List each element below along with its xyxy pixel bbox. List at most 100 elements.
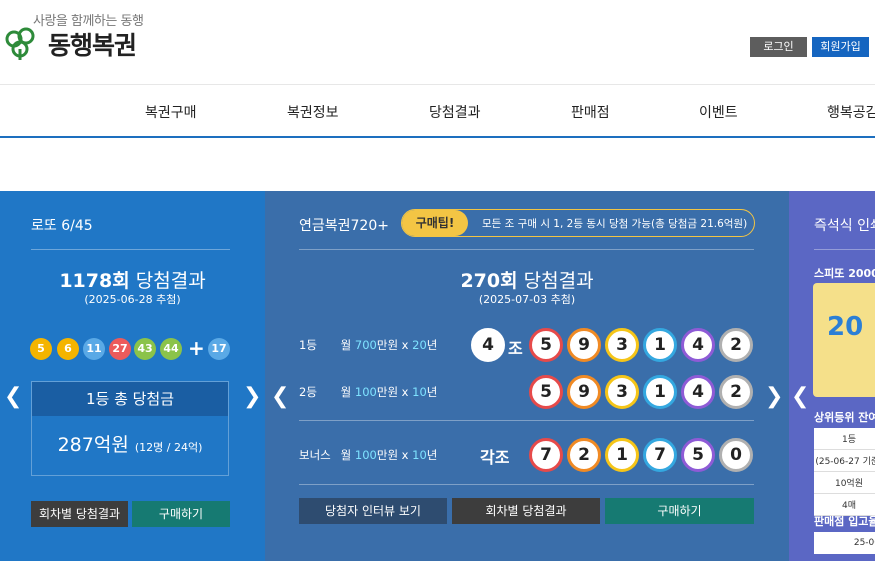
divider bbox=[31, 249, 230, 250]
rank2-digit: 5 bbox=[529, 375, 563, 409]
bonus-info: 보너스 월 100만원 x 10년 bbox=[299, 447, 437, 463]
prize-box: 1등 총 당첨금 287억원 (12명 / 24억) bbox=[31, 381, 229, 476]
rank1-amount: 700 bbox=[354, 338, 377, 352]
clover-logo-icon bbox=[5, 27, 35, 60]
rank1-digit: 3 bbox=[605, 328, 639, 362]
rank2-unit: 만원 x bbox=[376, 385, 413, 399]
rank1-digit: 4 bbox=[681, 328, 715, 362]
winner-interview-button[interactable]: 당첨자 인터뷰 보기 bbox=[299, 498, 447, 524]
pension-title: 연금복권720+ bbox=[299, 218, 389, 234]
rank2-yr: 년 bbox=[426, 385, 438, 399]
bonus-group-label: 각조 bbox=[480, 448, 510, 467]
pension-buy-button[interactable]: 구매하기 bbox=[605, 498, 754, 524]
rank2-years: 10 bbox=[412, 385, 427, 399]
bonus-digit: 7 bbox=[643, 438, 677, 472]
rank1-digit: 2 bbox=[719, 328, 753, 362]
bonus-digit: 1 bbox=[605, 438, 639, 472]
remaining-cell: 10억원 bbox=[814, 472, 875, 494]
rank2-digit: 1 bbox=[643, 375, 677, 409]
prev-arrow-icon[interactable]: ❮ bbox=[791, 384, 809, 409]
bonus-yr: 년 bbox=[426, 448, 438, 462]
divider bbox=[299, 484, 754, 485]
lotto-result-label: 당첨결과 bbox=[135, 270, 206, 292]
next-arrow-icon[interactable]: ❯ bbox=[765, 384, 783, 409]
rank2-digit: 2 bbox=[719, 375, 753, 409]
rank2-amount: 100 bbox=[354, 385, 377, 399]
rank2-digit: 9 bbox=[567, 375, 601, 409]
lotto-round: 1178회 당첨결과 bbox=[0, 266, 265, 293]
bonus-unit: 만원 x bbox=[376, 448, 413, 462]
rank1-label: 1등 bbox=[299, 338, 317, 352]
lotto-round-number: 1178회 bbox=[59, 270, 130, 292]
bonus-digit: 7 bbox=[529, 438, 563, 472]
tip-text: 모든 조 구매 시 1, 2등 동시 당첨 가능(총 당첨금 21.6억원) bbox=[482, 218, 748, 230]
header: 사랑을 함께하는 동행 동행복권 로그인 회원가입 bbox=[0, 0, 875, 84]
divider bbox=[299, 420, 754, 421]
store-stock-date: 25-06 bbox=[814, 532, 875, 554]
rank1-info: 1등 월 700만원 x 20년 bbox=[299, 337, 437, 353]
rank1-digit: 1 bbox=[643, 328, 677, 362]
nav-item-info[interactable]: 복권정보 bbox=[287, 102, 339, 122]
bonus-label: 보너스 bbox=[299, 448, 331, 462]
lotto-ball: 11 bbox=[83, 338, 105, 360]
nav-item-stores[interactable]: 판매점 bbox=[571, 102, 610, 122]
next-arrow-icon[interactable]: ❯ bbox=[243, 384, 261, 409]
rank1-unit: 만원 x bbox=[376, 338, 413, 352]
prev-arrow-icon[interactable]: ❮ bbox=[4, 384, 22, 409]
rank1-pre: 월 bbox=[340, 338, 352, 352]
pension-panel: 연금복권720+ 구매팁! 모든 조 구매 시 1, 2등 동시 당첨 가능(총… bbox=[265, 191, 789, 561]
purchase-tip: 구매팁! 모든 조 구매 시 1, 2등 동시 당첨 가능(총 당첨금 21.6… bbox=[401, 209, 755, 237]
remaining-table: 1등 (25-06-27 기준) 10억원 4매 bbox=[814, 428, 875, 516]
rank2-digit: 4 bbox=[681, 375, 715, 409]
store-stock-title: 판매점 입고율 bbox=[814, 515, 875, 528]
login-button[interactable]: 로그인 bbox=[750, 37, 807, 57]
rank1-digit: 5 bbox=[529, 328, 563, 362]
prev-arrow-icon[interactable]: ❮ bbox=[271, 384, 289, 409]
lotto-draw-date: (2025-06-28 추첨) bbox=[84, 293, 181, 306]
logo-text: 동행복권 bbox=[48, 31, 137, 60]
lotto-history-button[interactable]: 회차별 당첨결과 bbox=[31, 501, 128, 527]
prize-detail: (12명 / 24억) bbox=[134, 441, 203, 454]
lotto-ball: 44 bbox=[160, 338, 182, 360]
pension-round-number: 270회 bbox=[460, 270, 518, 292]
divider bbox=[814, 249, 875, 250]
lotto-ball: 27 bbox=[109, 338, 131, 360]
page: 사랑을 함께하는 동행 동행복권 로그인 회원가입 복권구매 복권정보 당첨결과… bbox=[0, 0, 875, 561]
prize-amount: 287억원 bbox=[57, 434, 129, 456]
logo[interactable]: 동행복권 bbox=[4, 26, 137, 62]
prize-amount-wrap: 287억원 (12명 / 24억) bbox=[32, 416, 228, 457]
rank2-info: 2등 월 100만원 x 10년 bbox=[299, 384, 437, 400]
lotto-buy-button[interactable]: 구매하기 bbox=[132, 501, 230, 527]
remaining-cell: 1등 bbox=[814, 428, 875, 450]
rank1-yr: 년 bbox=[426, 338, 438, 352]
rank-remaining-title: 상위등위 잔여 bbox=[814, 411, 875, 424]
lotto-ball: 6 bbox=[57, 338, 79, 360]
lotto-panel: 로또 6/45 1178회 당첨결과 (2025-06-28 추첨) 5 6 1… bbox=[0, 191, 265, 561]
plus-sign: + bbox=[188, 336, 205, 360]
pension-round: 270회 당첨결과 bbox=[265, 266, 789, 293]
rank2-digit: 3 bbox=[605, 375, 639, 409]
nav-item-buy[interactable]: 복권구매 bbox=[145, 102, 197, 122]
ticket-image-text: 20 bbox=[827, 312, 864, 342]
rank2-label: 2등 bbox=[299, 385, 317, 399]
lotto-bonus-ball: 17 bbox=[208, 338, 230, 360]
rank1-group-ball: 4 bbox=[471, 328, 505, 362]
pension-history-button[interactable]: 회차별 당첨결과 bbox=[452, 498, 600, 524]
bonus-digit: 0 bbox=[719, 438, 753, 472]
bonus-digit: 5 bbox=[681, 438, 715, 472]
bonus-digit: 2 bbox=[567, 438, 601, 472]
remaining-cell: (25-06-27 기준) bbox=[814, 450, 875, 472]
rank1-group-suffix: 조 bbox=[508, 339, 523, 358]
nav-item-happy[interactable]: 행복공감 bbox=[827, 102, 875, 122]
lotto-ball: 5 bbox=[30, 338, 52, 360]
nav-item-results[interactable]: 당첨결과 bbox=[429, 102, 481, 122]
rank1-digit: 9 bbox=[567, 328, 601, 362]
bonus-pre: 월 bbox=[340, 448, 352, 462]
rank2-pre: 월 bbox=[340, 385, 352, 399]
join-button[interactable]: 회원가입 bbox=[812, 37, 869, 57]
instant-panel: ❮ 즉석식 인쇄 스피또 2000 20 상위등위 잔여 1등 (25-06-2… bbox=[789, 191, 875, 561]
main-nav: 복권구매 복권정보 당첨결과 판매점 이벤트 행복공감 bbox=[0, 84, 875, 138]
bonus-amount: 100 bbox=[354, 448, 377, 462]
instant-title: 즉석식 인쇄 bbox=[814, 218, 875, 234]
nav-item-events[interactable]: 이벤트 bbox=[699, 102, 738, 122]
